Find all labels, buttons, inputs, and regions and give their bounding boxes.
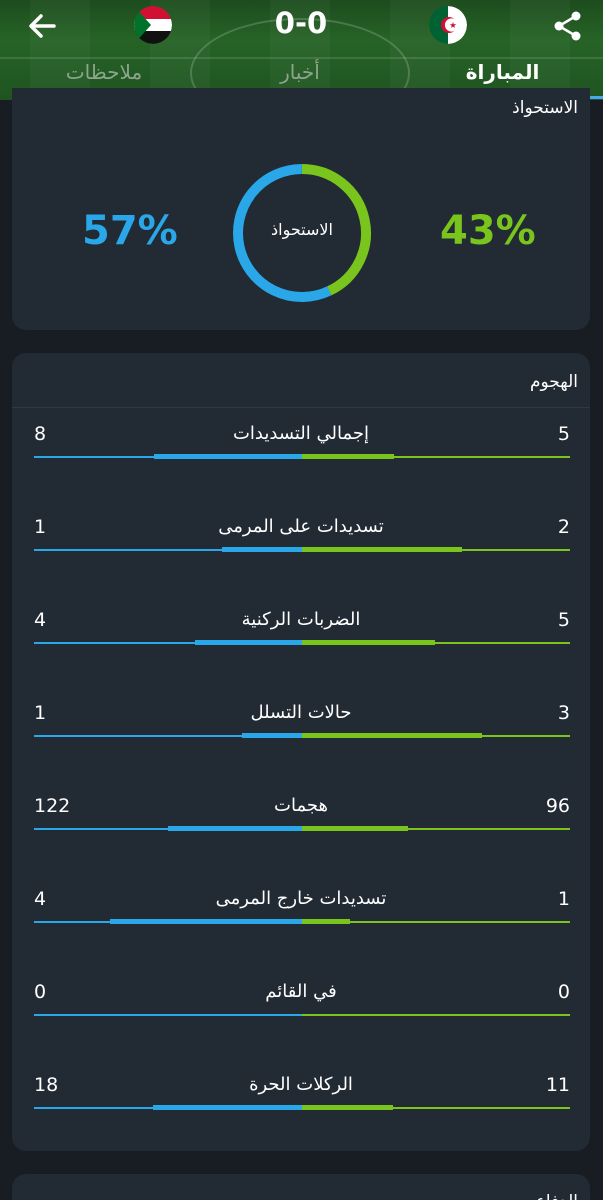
- stat-label: تسديدات على المرمى: [218, 516, 384, 537]
- stat-row: 122 هجمات 96: [12, 795, 590, 855]
- home-bar-fill: [302, 826, 408, 831]
- stat-comparison-bar: [34, 640, 570, 646]
- stat-home-value: 5: [557, 609, 570, 631]
- section-divider: [12, 407, 590, 408]
- away-bar-fill: [195, 640, 302, 645]
- defense-card: الدفاع: [12, 1174, 590, 1200]
- stat-row: 1 حالات التسلل 3: [12, 702, 590, 762]
- stat-row: 0 في القائم 0: [12, 981, 590, 1041]
- stat-row: 4 الضربات الركنية 5: [12, 609, 590, 669]
- stat-home-value: 2: [557, 516, 570, 538]
- home-possession-percent: 43%: [440, 208, 536, 254]
- tab-match[interactable]: المباراة: [402, 60, 603, 84]
- match-score: 0-0: [274, 6, 328, 40]
- away-possession-percent: 57%: [82, 208, 178, 254]
- share-icon: [554, 11, 581, 41]
- share-button[interactable]: [550, 8, 586, 44]
- algeria-flag-icon[interactable]: [429, 6, 467, 44]
- stat-comparison-bar: [34, 1012, 570, 1018]
- attack-card: الهجوم 8 إجمالي التسديدات 5 1 تسديدات على ال…: [12, 353, 590, 1151]
- stat-comparison-bar: [34, 1105, 570, 1111]
- stat-label: حالات التسلل: [250, 702, 352, 723]
- stat-home-value: 11: [545, 1074, 570, 1096]
- stat-row: 4 تسديدات خارج المرمى 1: [12, 888, 590, 948]
- away-bar-fill: [110, 919, 302, 924]
- stat-home-value: 96: [545, 795, 570, 817]
- arrow-left-icon: [29, 14, 56, 38]
- tab-news[interactable]: أخبار: [250, 60, 350, 84]
- sudan-flag-icon[interactable]: [134, 6, 172, 44]
- stat-label: تسديدات خارج المرمى: [215, 888, 387, 909]
- stat-comparison-bar: [34, 733, 570, 739]
- stat-comparison-bar: [34, 547, 570, 553]
- possession-card: الاستحواذ 57% الاستحواذ 43%: [12, 88, 590, 330]
- stat-comparison-bar: [34, 919, 570, 925]
- stat-comparison-bar: [34, 826, 570, 832]
- home-bar-fill: [302, 1105, 394, 1110]
- app-root: 0-0 ملاحظات أخبار المباراة الاستحواذ 57%…: [0, 0, 603, 1200]
- stat-home-value: 5: [557, 423, 570, 445]
- stat-label: الركلات الحرة: [249, 1074, 353, 1095]
- section-title-possession: الاستحواذ: [512, 98, 578, 118]
- home-bar-fill: [302, 640, 436, 645]
- section-title-attack: الهجوم: [529, 372, 578, 392]
- away-bar-baseline: [34, 1014, 302, 1016]
- home-bar-baseline: [302, 1014, 570, 1016]
- stat-row: 18 الركلات الحرة 11: [12, 1074, 590, 1134]
- stat-label: الضربات الركنية: [241, 609, 361, 630]
- stat-home-value: 0: [557, 981, 570, 1003]
- home-bar-fill: [302, 547, 462, 552]
- stat-home-value: 3: [557, 702, 570, 724]
- stat-home-value: 1: [557, 888, 570, 910]
- away-bar-fill: [153, 1105, 302, 1110]
- stat-label: إجمالي التسديدات: [232, 423, 370, 444]
- back-button[interactable]: [24, 8, 60, 44]
- stat-label: في القائم: [265, 981, 337, 1002]
- away-bar-fill: [222, 547, 302, 552]
- away-bar-fill: [242, 733, 302, 738]
- home-bar-fill: [302, 454, 395, 459]
- home-bar-fill: [302, 733, 482, 738]
- tab-notes[interactable]: ملاحظات: [44, 60, 164, 84]
- stat-row: 8 إجمالي التسديدات 5: [12, 423, 590, 483]
- stat-label: هجمات: [274, 795, 328, 816]
- away-bar-fill: [154, 454, 302, 459]
- stat-comparison-bar: [34, 454, 570, 460]
- section-title-defense: الدفاع: [536, 1192, 578, 1200]
- match-header: 0-0 ملاحظات أخبار المباراة: [0, 0, 603, 100]
- away-bar-fill: [167, 826, 302, 831]
- donut-center-label: الاستحواذ: [271, 220, 333, 239]
- home-bar-fill: [302, 919, 350, 924]
- stat-row: 1 تسديدات على المرمى 2: [12, 516, 590, 576]
